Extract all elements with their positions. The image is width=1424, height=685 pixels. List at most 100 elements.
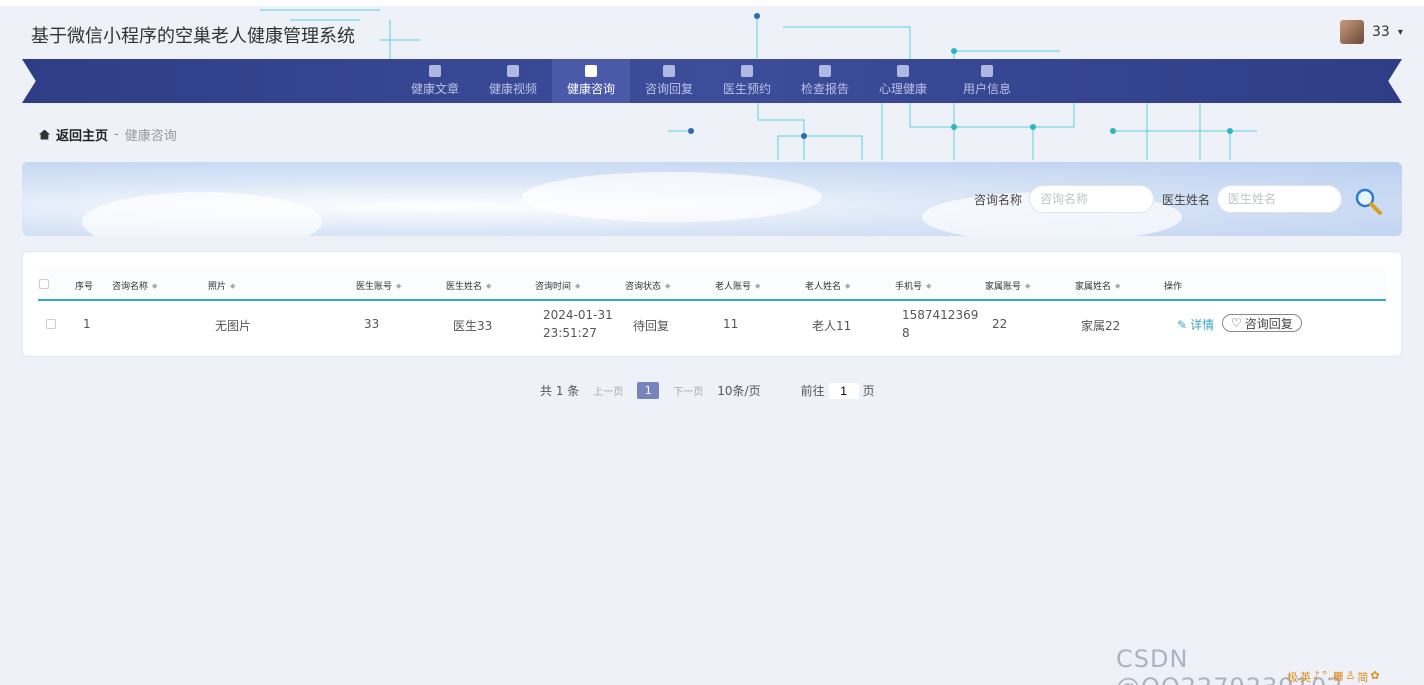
cell-family-account: 22 [992, 317, 1008, 331]
nav-item-label: 咨询回复 [644, 82, 693, 96]
sort-icon: ◆ [486, 281, 492, 290]
pin-icon [897, 65, 909, 77]
sort-icon: ◆ [1025, 281, 1031, 290]
wallet-icon [507, 65, 519, 77]
cell-doctor-name: 医生33 [453, 319, 493, 333]
main-nav: 健康文章 健康视频 健康咨询 咨询回复 医生预约 检查报告 心理健康 用户信息 [396, 59, 1032, 103]
cell-elder-name: 老人11 [812, 319, 852, 333]
cloud-decoration [82, 192, 322, 236]
doctor-name-label: 医生姓名 [1162, 193, 1211, 207]
cell-index: 1 [83, 317, 91, 331]
grid-icon [429, 65, 441, 77]
magic-wand-icon: ✎ [1177, 317, 1188, 332]
ime-lang-toggle[interactable]: 英 [1300, 669, 1311, 685]
nav-item-label: 用户信息 [962, 82, 1011, 96]
cloud-decoration [522, 172, 822, 222]
th-consult-status[interactable]: 咨询状态 ◆ [625, 279, 671, 293]
sort-icon: ◆ [1115, 281, 1121, 290]
th-doctor-name[interactable]: 医生姓名 ◆ [446, 279, 492, 293]
th-doctor-account[interactable]: 医生账号 ◆ [356, 279, 402, 293]
th-family-name[interactable]: 家属姓名 ◆ [1075, 279, 1121, 293]
table-header [38, 267, 1386, 301]
sort-icon: ◆ [845, 281, 851, 290]
sort-icon: ◆ [152, 281, 158, 290]
user-name: 33 [1372, 24, 1390, 40]
nav-item-label: 检查报告 [800, 82, 849, 96]
ime-settings-icon[interactable]: ✿ [1370, 669, 1379, 685]
top-band [0, 0, 1424, 6]
nav-item-mental-health[interactable]: 心理健康 [864, 59, 942, 103]
ime-keyboard-icon[interactable]: ▦ [1333, 669, 1343, 685]
consult-name-input[interactable] [1029, 185, 1154, 213]
nav-item-health-consult[interactable]: 健康咨询 [552, 59, 630, 103]
pager-total: 共 1 条 [540, 384, 580, 398]
doctor-name-input[interactable] [1217, 185, 1342, 213]
nav-item-label: 健康视频 [488, 82, 537, 96]
nav-item-label: 健康文章 [410, 82, 459, 96]
sort-icon: ◆ [926, 281, 932, 290]
breadcrumb-separator: - [114, 127, 119, 142]
breadcrumb-current: 健康咨询 [124, 129, 177, 144]
th-consult-time[interactable]: 咨询时间 ◆ [535, 279, 581, 293]
cell-time-date: 2024-01-31 [543, 308, 613, 322]
select-all-checkbox[interactable] [39, 279, 49, 289]
nav-item-label: 医生预约 [722, 82, 771, 96]
pager-goto-suffix: 页 [862, 384, 875, 398]
consult-reply-button[interactable]: ♡ 咨询回复 [1222, 314, 1302, 332]
home-icon [39, 129, 50, 140]
th-consult-name[interactable]: 咨询名称 ◆ [112, 279, 158, 293]
user-menu[interactable]: 33 ▾ [1340, 20, 1403, 44]
detail-label: 详情 [1190, 318, 1215, 332]
cell-elder-account: 11 [723, 317, 739, 331]
nav-item-health-videos[interactable]: 健康视频 [474, 59, 552, 103]
briefcase-icon [741, 65, 753, 77]
consult-name-label: 咨询名称 [974, 193, 1023, 207]
th-actions: 操作 [1164, 282, 1183, 292]
sort-icon: ◆ [755, 281, 761, 290]
pager-prev-button[interactable]: 上一页 [593, 383, 623, 398]
ime-simplified-toggle[interactable]: 简 [1357, 669, 1368, 685]
cell-phone-line2: 8 [902, 326, 910, 340]
nav-item-doctor-appointment[interactable]: 医生预约 [708, 59, 786, 103]
paper-plane-icon [663, 65, 675, 77]
reply-label: 咨询回复 [1244, 316, 1293, 331]
cell-family-name: 家属22 [1081, 319, 1121, 333]
cell-doctor-account: 33 [364, 317, 380, 331]
pager-next-button[interactable]: 下一页 [673, 383, 703, 398]
heart-icon: ♡ [1231, 316, 1242, 330]
sort-icon: ◆ [396, 281, 402, 290]
sort-icon: ◆ [575, 281, 581, 290]
nav-item-health-articles[interactable]: 健康文章 [396, 59, 474, 103]
nav-item-user-info[interactable]: 用户信息 [942, 59, 1032, 103]
ime-punct-icon[interactable]: °, [1322, 669, 1331, 685]
caret-down-icon: ▾ [1397, 26, 1403, 38]
pagination: 共 1 条 上一页 1 下一页 10条/页 前往 页 [540, 382, 875, 399]
chat-icon [585, 65, 597, 77]
search-icon[interactable] [1353, 186, 1383, 216]
ime-user-icon[interactable]: ♙ [1345, 669, 1355, 685]
th-elder-account[interactable]: 老人账号 ◆ [715, 279, 761, 293]
nav-item-consult-reply[interactable]: 咨询回复 [630, 59, 708, 103]
ime-moon-icon[interactable]: ♪ [1313, 669, 1320, 685]
breadcrumb-home-link[interactable]: 返回主页 [56, 125, 108, 144]
ime-logo-icon[interactable]: 极 [1287, 669, 1298, 685]
detail-button[interactable]: ✎ 详情 [1177, 316, 1214, 333]
avatar[interactable] [1340, 20, 1364, 44]
cell-photo: 无图片 [215, 319, 252, 333]
site-title: 基于微信小程序的空巢老人健康管理系统 [31, 26, 355, 47]
nav-item-exam-report[interactable]: 检查报告 [786, 59, 864, 103]
pager-size-select[interactable]: 10条/页 [717, 382, 760, 399]
th-family-account[interactable]: 家属账号 ◆ [985, 279, 1031, 293]
sort-icon: ◆ [665, 281, 671, 290]
row-checkbox[interactable] [46, 319, 56, 329]
pager-goto-input[interactable] [828, 382, 859, 399]
th-phone[interactable]: 手机号 ◆ [895, 279, 932, 293]
breadcrumb: 返回主页 - 健康咨询 [39, 125, 177, 144]
ime-toolbar: 极 英 ♪ °, ▦ ♙ 简 ✿ [1287, 669, 1380, 685]
th-photo[interactable]: 照片 ◆ [208, 279, 235, 293]
nav-item-label: 心理健康 [878, 82, 927, 96]
pager-current-page[interactable]: 1 [637, 382, 660, 399]
cell-status: 待回复 [633, 319, 670, 333]
th-elder-name[interactable]: 老人姓名 ◆ [805, 279, 851, 293]
window-icon [981, 65, 993, 77]
